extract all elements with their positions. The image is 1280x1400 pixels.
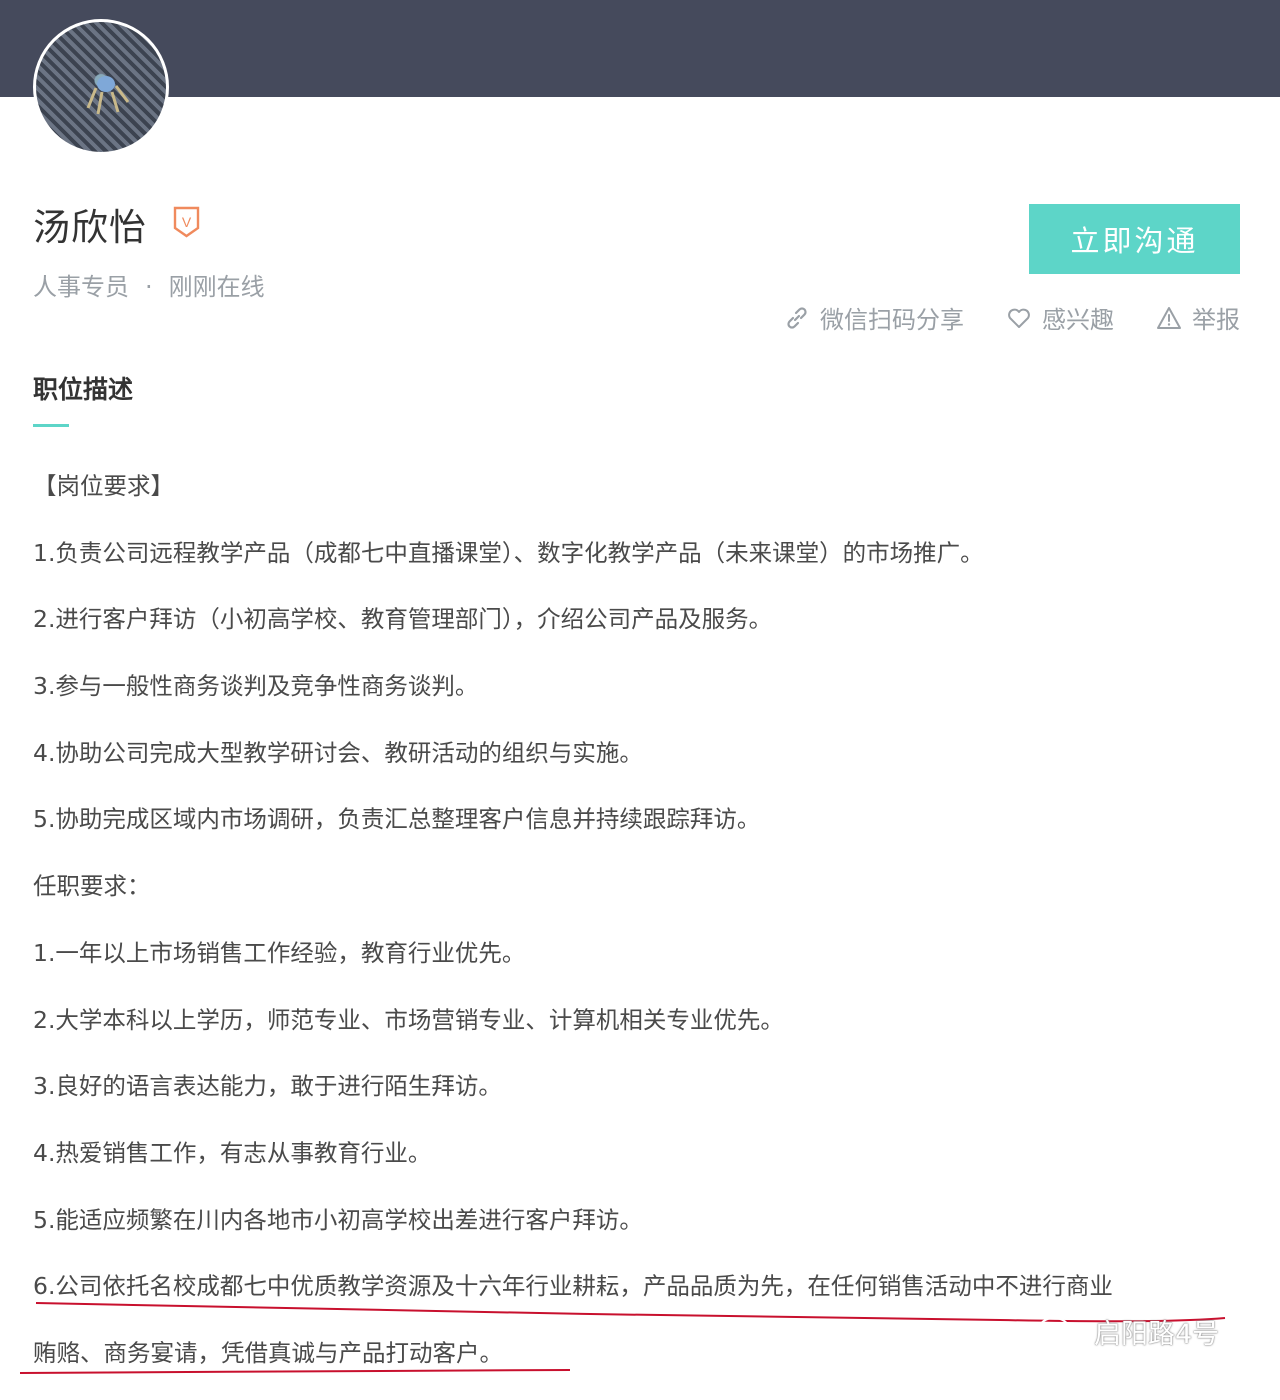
section-title: 职位描述 (33, 375, 134, 404)
heart-icon (1008, 308, 1030, 328)
description-line: 3.参与一般性商务谈判及竞争性商务谈判。 (33, 672, 479, 701)
description-line: 2.大学本科以上学历，师范专业、市场营销专业、计算机相关专业优先。 (33, 1005, 784, 1034)
section-title-underline (33, 424, 69, 427)
interest-label: 感兴趣 (1042, 306, 1114, 334)
description-line: 1.一年以上市场销售工作经验，教育行业优先。 (33, 938, 526, 967)
online-status: 刚刚在线 (168, 273, 265, 301)
description-line: 【岗位要求】 (33, 472, 174, 500)
description-line: 4.热爱销售工作，有志从事教育行业。 (33, 1138, 432, 1167)
recruiter-subline: 人事专员 · 刚刚在线 (33, 267, 265, 302)
verified-badge-icon: V (173, 206, 200, 238)
share-label: 微信扫码分享 (820, 306, 964, 334)
warning-icon (1157, 306, 1181, 329)
wechat-icon (1038, 1316, 1083, 1347)
description-line: 2.进行客户拜访（小初高学校、教育管理部门），介绍公司产品及服务。 (33, 605, 773, 634)
description-line: 任职要求： (33, 872, 151, 901)
report-label: 举报 (1192, 306, 1240, 334)
share-action[interactable]: 微信扫码分享 (784, 300, 964, 335)
separator-dot: · (145, 273, 153, 301)
interest-action[interactable]: 感兴趣 (1006, 300, 1114, 335)
description-line: 5.能适应频繁在川内各地市小初高学校出差进行客户拜访。 (33, 1205, 643, 1234)
watermark: 启阳路4号 (1036, 1312, 1219, 1351)
avatar[interactable] (33, 19, 169, 155)
action-bar: 微信扫码分享 感兴趣 举报 (784, 300, 1240, 335)
report-action[interactable]: 举报 (1156, 300, 1240, 335)
description-line: 1.负责公司远程教学产品（成都七中直播课堂）、数字化教学产品（未来课堂）的市场推… (33, 538, 984, 567)
recruiter-name: 汤欣怡 (33, 206, 147, 249)
description-line: 5.协助完成区域内市场调研，负责汇总整理客户信息并持续跟踪拜访。 (33, 805, 761, 834)
recruiter-role: 人事专员 (33, 273, 129, 301)
verified-badge-text: V (182, 214, 192, 230)
description-line: 4.协助公司完成大型教学研讨会、教研活动的组织与实施。 (33, 738, 643, 767)
job-description: 【岗位要求】 1.负责公司远程教学产品（成都七中直播课堂）、数字化教学产品（未来… (33, 466, 1233, 1400)
link-icon (787, 306, 807, 329)
header-banner (0, 0, 1280, 97)
chat-now-button[interactable]: 立即沟通 (1029, 204, 1240, 274)
description-line: 3.良好的语言表达能力，敢于进行陌生拜访。 (33, 1072, 502, 1101)
watermark-text: 启阳路4号 (1094, 1319, 1220, 1350)
